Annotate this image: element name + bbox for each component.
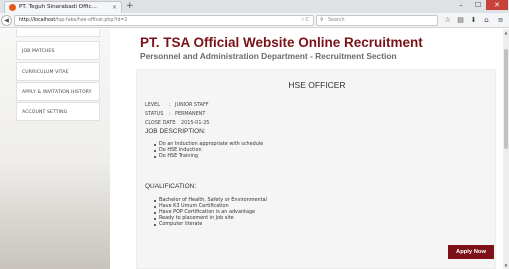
sidebar-item-account-setting[interactable]: ACCOUNT SETTING <box>16 102 100 121</box>
maximize-button[interactable]: ☐ <box>468 0 488 10</box>
meta-status: STATUS: PERMANENT <box>145 111 205 117</box>
meta-close-date-key: CLOSE DATE <box>145 120 176 126</box>
sidebar-item-job-matches[interactable]: JOB MATCHES <box>16 41 100 60</box>
apply-now-button[interactable]: Apply Now <box>448 245 494 259</box>
sidebar-item-curriculum-vitae[interactable]: CURRICULUM VITAE <box>16 62 100 81</box>
job-title: HSE OFFICER <box>288 80 346 90</box>
sidebar-item-careers[interactable]: CAREERS <box>16 29 100 37</box>
star-icon[interactable]: ☆ <box>442 15 453 26</box>
firefox-favicon-icon <box>9 4 16 11</box>
meta-level-key: LEVEL <box>145 102 160 108</box>
qualification-heading: QUALIFICATION: <box>145 183 197 190</box>
list-item: Do HSE Training <box>154 153 263 160</box>
page-viewport: CAREERS JOB MATCHES CURRICULUM VITAE APP… <box>0 29 503 269</box>
scroll-down-icon[interactable]: ▼ <box>503 262 509 269</box>
reload-icon[interactable]: ▿ C <box>301 16 309 25</box>
close-window-button[interactable]: ✕ <box>486 0 508 10</box>
home-icon[interactable]: ⌂ <box>481 15 492 26</box>
scroll-thumb[interactable] <box>504 49 508 149</box>
search-icon: ⚲ <box>320 17 324 23</box>
meta-level: LEVEL: JUNIOR STAFF <box>145 102 209 108</box>
search-placeholder: Search <box>328 18 345 23</box>
meta-close-date-value: 2015-01-25 <box>181 120 210 126</box>
main-content: PT. TSA Official Website Online Recruitm… <box>110 29 503 269</box>
page-title: PT. TSA Official Website Online Recruitm… <box>140 35 423 50</box>
reading-list-icon[interactable]: ▤ <box>455 15 466 26</box>
browser-tab[interactable]: PT. Teguh Sinarabadi Offic... × <box>4 1 122 13</box>
meta-status-value: PERMANENT <box>175 111 206 117</box>
sidebar-item-apply-history[interactable]: APPLY & INVITATION HISTORY <box>16 82 100 101</box>
url-path: /tsp-fake/hse-officer.php?id=2 <box>55 18 128 23</box>
search-bar[interactable]: ⚲ Search <box>316 15 438 26</box>
tab-title: PT. Teguh Sinarabadi Offic... <box>19 4 97 10</box>
list-item: Computer literate <box>154 221 267 228</box>
browser-titlebar: PT. Teguh Sinarabadi Offic... × + – ☐ ✕ <box>0 0 509 13</box>
page-subtitle: Personnel and Administration Department … <box>140 51 397 61</box>
job-description-list: Do an Induction appropriate with schedul… <box>154 141 263 160</box>
url-bar[interactable]: http://localhost/tsp-fake/hse-officer.ph… <box>14 15 314 26</box>
scroll-up-icon[interactable]: ▲ <box>503 29 509 36</box>
browser-navbar: ◀ http://localhost/tsp-fake/hse-officer.… <box>0 13 509 28</box>
page-scrollbar[interactable]: ▲ ▼ <box>503 29 509 269</box>
sidebar: CAREERS JOB MATCHES CURRICULUM VITAE APP… <box>0 29 110 269</box>
new-tab-button[interactable]: + <box>126 1 134 12</box>
download-icon[interactable]: ⬇ <box>468 15 479 26</box>
tab-close-icon[interactable]: × <box>112 2 117 13</box>
meta-level-value: JUNIOR STAFF <box>175 102 209 108</box>
menu-icon[interactable]: ≡ <box>495 15 506 26</box>
meta-status-key: STATUS <box>145 111 164 117</box>
job-description-heading: JOB DESCRIPTION: <box>145 128 206 135</box>
url-host: http://localhost <box>19 18 56 23</box>
job-detail-panel: HSE OFFICER LEVEL: JUNIOR STAFF STATUS: PE… <box>136 69 496 269</box>
url-text[interactable]: http://localhost/tsp-fake/hse-officer.ph… <box>19 16 127 25</box>
meta-close-date: CLOSE DATE: 2015-01-25 <box>145 120 209 126</box>
back-icon[interactable]: ◀ <box>1 15 12 26</box>
qualification-list: Bachelor of Health, Safety or Environmen… <box>154 197 267 228</box>
